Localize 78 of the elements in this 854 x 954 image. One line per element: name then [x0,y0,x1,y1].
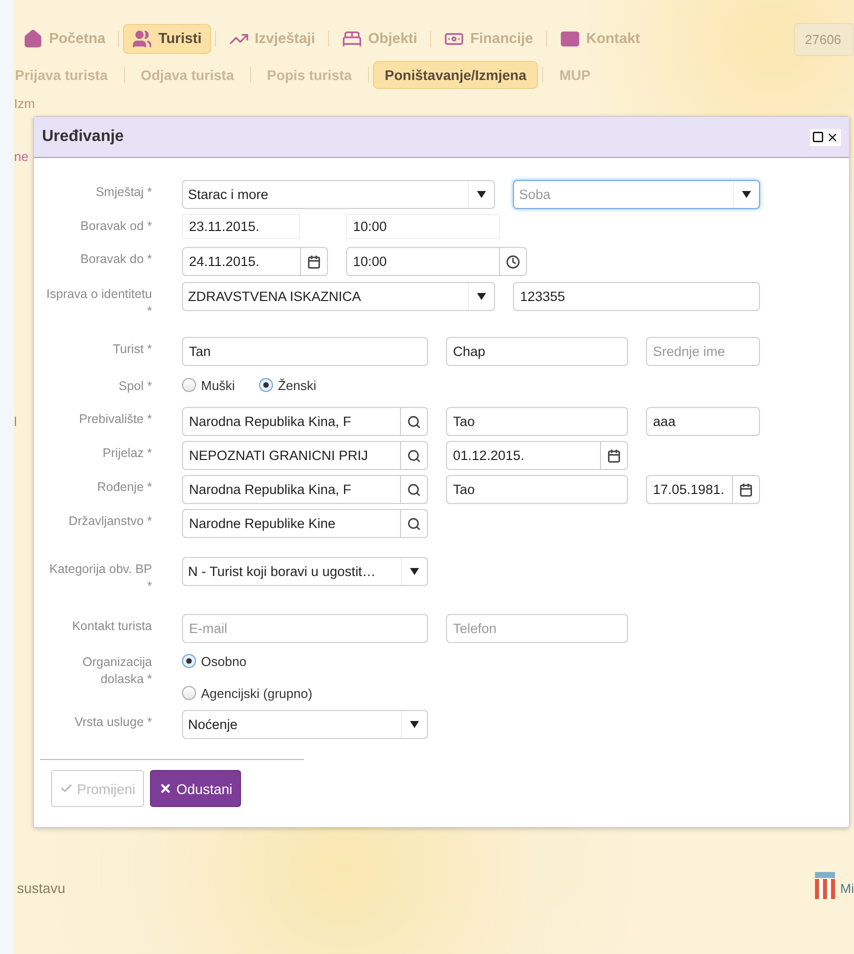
field-label: Kontakt turista [71,618,152,635]
search-button[interactable] [401,509,428,538]
date-field[interactable]: 24.11.2015. [182,247,301,276]
text-field[interactable]: aaa [646,407,760,436]
calendar-icon [739,482,753,496]
caret-icon [410,721,419,728]
calendar-button[interactable] [733,475,760,504]
field-label: Organizacija dolaska * [82,654,152,688]
field-label: Vrsta usluge * [74,714,152,731]
search-icon [407,516,421,530]
text-field[interactable]: Tao [446,475,628,504]
search-icon [407,448,421,462]
caret-icon [742,191,751,198]
calendar-icon [607,448,621,462]
background-text: ne [14,149,28,164]
search-button[interactable] [401,475,428,504]
calendar-icon [307,254,321,268]
ministry-name: Mi [840,880,854,896]
text-field[interactable]: 23.11.2015. [182,214,300,239]
subnav-tab[interactable]: Poništavanje/Izmjena [372,61,538,89]
radio-option[interactable]: Ženski [258,374,316,396]
radio-option[interactable]: Agencijski (grupno) [182,682,312,704]
field-label: Isprava o identitetu * [45,286,152,320]
close-icon [159,782,172,795]
text-field[interactable]: Tao [446,407,628,436]
caret-icon [477,191,486,198]
search-field[interactable]: Narodna Republika Kina, F [182,475,401,504]
search-button[interactable] [401,407,428,436]
field-label: Smještaj * [94,184,152,201]
caret-icon [410,568,419,575]
dialog-title: Uređivanje [42,128,124,146]
radio-option[interactable]: Muški [182,374,235,396]
calendar-button[interactable] [601,441,628,470]
footer-text: sustavu [17,880,66,896]
field-label: Prebivalište * [78,411,152,428]
maximize-icon[interactable] [812,131,824,143]
text-field[interactable]: Srednje ime [646,337,760,366]
search-icon [407,414,421,428]
text-field[interactable]: E-mail [182,614,428,643]
dropdown[interactable]: Starac i more [182,180,495,209]
field-label: Boravak do * [79,251,152,268]
text-field[interactable]: 10:00 [346,214,500,239]
home-icon [23,29,43,49]
search-field[interactable]: Narodne Republike Kine [182,509,401,538]
dropdown[interactable]: ZDRAVSTVENA ISKAZNICA [182,282,495,311]
check-icon [60,782,73,795]
dropdown[interactable]: Noćenje [182,710,428,739]
field-label: Kategorija obv. BP * [48,561,152,595]
clock-icon [506,254,520,268]
search-field[interactable]: Narodna Republika Kina, F [182,407,401,436]
text-field[interactable]: 123355 [513,282,760,311]
cancel-button[interactable]: Odustani [150,770,242,807]
close-icon[interactable] [826,130,839,144]
search-button[interactable] [401,441,428,470]
nav-tab[interactable]: Turisti [123,24,211,54]
field-label: Rođenje * [96,479,152,496]
text-field[interactable]: Tan [182,337,428,366]
field-label: Boravak od * [79,218,152,235]
search-icon [407,482,421,496]
dropdown[interactable]: N - Turist koji boravi u ugostit… [182,557,428,586]
caret-icon [477,293,486,300]
text-field[interactable]: Telefon [446,614,628,643]
users-icon [132,29,152,49]
time-field[interactable]: 10:00 [346,247,500,276]
field-label: Spol * [118,378,152,395]
background-text: Izm [14,96,35,111]
field-label: Državljanstvo * [68,513,152,530]
search-field[interactable]: NEPOZNATI GRANICNI PRIJ [182,441,401,470]
radio-option[interactable]: Osobno [182,650,247,672]
date-field[interactable]: 17.05.1981. [646,475,733,504]
clock-button[interactable] [500,247,527,276]
background-text: l [14,414,17,429]
field-label: Turist * [112,341,152,358]
field-label: Prijelaz * [102,445,152,462]
bed-icon [342,29,362,49]
date-field[interactable]: 01.12.2015. [446,441,601,470]
text-field[interactable]: Chap [446,337,628,366]
calendar-button[interactable] [301,247,328,276]
